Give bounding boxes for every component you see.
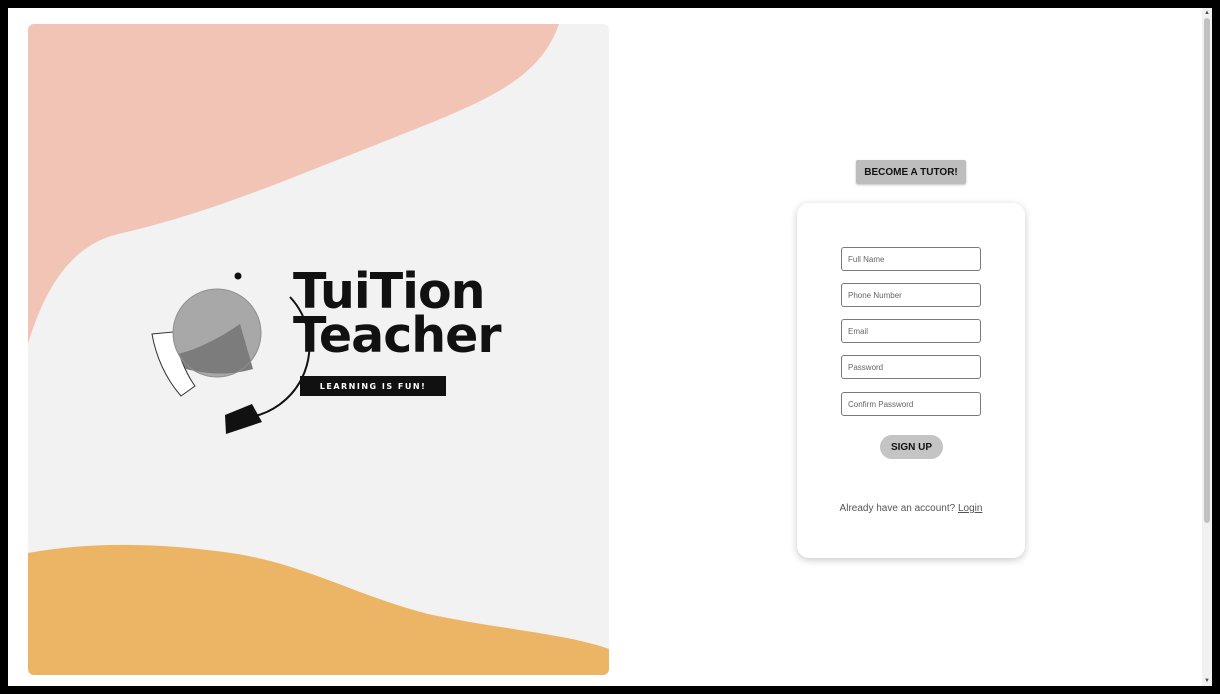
globe-emblem (151, 272, 311, 434)
login-prompt-row: Already have an account? Login (797, 503, 1025, 514)
hero-illustration: TuiTion Teacher LEARNING IS FUN! (28, 24, 609, 675)
scroll-down-arrow-icon[interactable]: ▼ (1202, 676, 1212, 686)
password-input[interactable] (841, 355, 981, 379)
full-name-input[interactable] (841, 247, 981, 271)
brand-title: TuiTion Teacher (293, 267, 502, 364)
orange-blob (28, 544, 609, 675)
brand-tagline: LEARNING IS FUN! (300, 376, 446, 396)
browser-viewport: TuiTion Teacher LEARNING IS FUN! BECOME … (8, 8, 1212, 686)
signup-card: SIGN UP Already have an account? Login (797, 203, 1025, 558)
sign-up-button[interactable]: SIGN UP (880, 435, 943, 459)
scrollbar-thumb[interactable] (1204, 18, 1210, 523)
login-prompt-text: Already have an account? (839, 503, 956, 514)
phone-number-input[interactable] (841, 283, 981, 307)
brand-title-line2: Teacher (293, 307, 502, 364)
login-link[interactable]: Login (958, 503, 982, 514)
vertical-scrollbar[interactable]: ▲ ▼ (1202, 8, 1212, 686)
confirm-password-input[interactable] (841, 392, 981, 416)
email-input[interactable] (841, 319, 981, 343)
become-tutor-button[interactable]: BECOME A TUTOR! (856, 160, 966, 184)
scroll-up-arrow-icon[interactable]: ▲ (1202, 8, 1212, 18)
